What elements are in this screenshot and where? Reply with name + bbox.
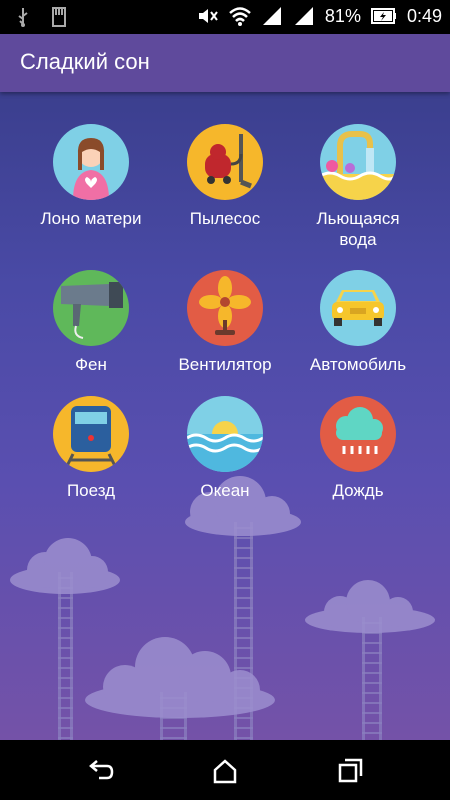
battery-charging-icon [370,8,396,24]
train-icon [53,396,129,472]
running-water-icon [320,124,396,200]
system-nav-bar [0,740,450,800]
car-icon [320,270,396,346]
tile-label: Океан [200,481,250,500]
tile-label: Фен [75,355,107,374]
page-title: Сладкий сон [20,49,150,74]
hair-dryer-icon [53,270,129,346]
mother-womb-icon [53,124,129,200]
home-icon[interactable] [210,756,240,786]
ocean-icon [187,396,263,472]
usb-icon [18,8,28,27]
status-bar: 81% 0:49 [0,0,450,34]
wifi-icon [229,7,251,26]
signal-icon [294,7,313,25]
ladder-right [362,617,382,740]
tile-label: Автомобиль [309,355,407,374]
sd-card-icon [52,7,66,27]
battery-percent: 81% [324,5,361,26]
main-content: Лоно матери Пылесос Льющаяся вода Фен Ве… [0,92,450,740]
app-bar: Сладкий сон [0,34,450,92]
vacuum-cleaner-icon [187,124,263,200]
rain-icon [320,396,396,472]
tile-label: Вентилятор [178,355,272,374]
recent-apps-icon[interactable] [335,756,365,786]
tile-label: Льющаяся вода [316,209,400,249]
tile-label: Поезд [66,481,116,500]
back-icon[interactable] [85,756,115,786]
tile-label: Лоно матери [40,209,142,228]
clock: 0:49 [406,5,442,26]
mute-icon [198,9,218,23]
fan-icon [187,270,263,346]
signal-icon [262,7,281,25]
tile-label: Дождь [332,481,384,500]
tile-label: Пылесос [189,209,261,228]
